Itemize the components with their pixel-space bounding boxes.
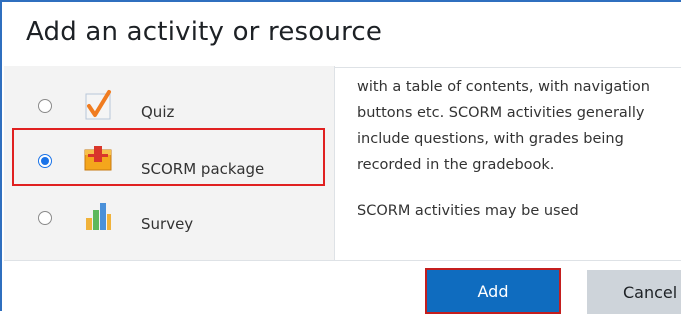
option-label-scorm-package: SCORM package: [141, 160, 265, 178]
option-survey[interactable]: Survey: [4, 182, 334, 240]
radio-quiz[interactable]: [38, 99, 52, 113]
description-paragraph-1: with a table of contents, with navigatio…: [357, 79, 650, 173]
dialog-header: Add an activity or resource: [4, 4, 681, 68]
option-quiz[interactable]: Quiz: [4, 66, 334, 124]
quiz-checkmark-icon: [80, 88, 116, 124]
add-activity-dialog: Add an activity or resource Quiz SCORM p…: [0, 0, 681, 314]
survey-chart-icon: [80, 198, 116, 234]
dialog-footer: Add Cancel: [4, 260, 681, 314]
activity-description: with a table of contents, with navigatio…: [357, 74, 667, 244]
scorm-package-icon: [80, 141, 116, 177]
activity-options-list[interactable]: Quiz SCORM package Survey: [4, 66, 335, 306]
radio-survey[interactable]: [38, 211, 52, 225]
option-label-survey: Survey: [141, 215, 194, 233]
option-scorm-package[interactable]: SCORM package: [4, 124, 334, 182]
radio-scorm-package[interactable]: [38, 154, 52, 168]
cancel-button[interactable]: Cancel: [587, 270, 681, 314]
add-button[interactable]: Add: [425, 268, 561, 314]
option-label-quiz: Quiz: [141, 103, 175, 121]
dialog-title: Add an activity or resource: [26, 17, 383, 47]
description-paragraph-2: SCORM activities may be used: [357, 203, 579, 219]
